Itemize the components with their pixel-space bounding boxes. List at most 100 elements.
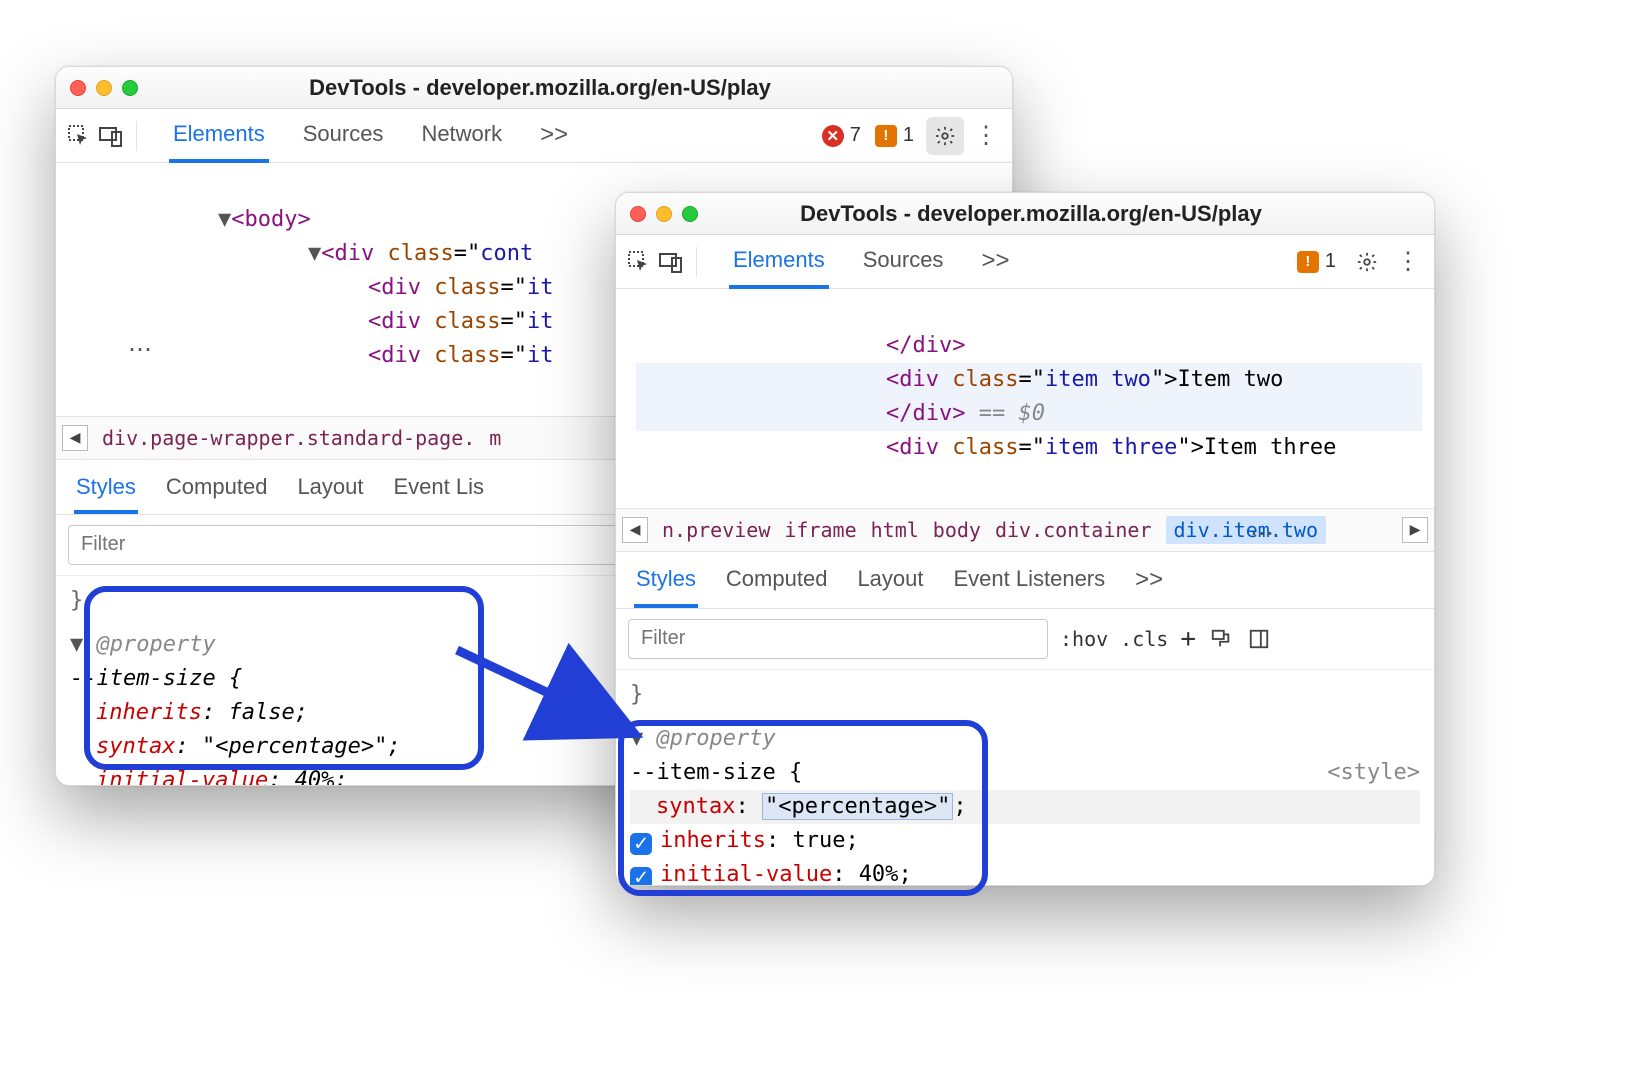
breadcrumb-scroll-left[interactable]: ◀ xyxy=(622,517,648,543)
more-subtabs[interactable]: >> xyxy=(1133,552,1165,608)
traffic-lights xyxy=(70,80,138,96)
breadcrumb-item[interactable]: iframe xyxy=(784,518,856,542)
css-selector[interactable]: --item-size { xyxy=(70,666,242,691)
breadcrumb-item[interactable]: body xyxy=(933,518,981,542)
at-property-header[interactable]: @property xyxy=(657,726,776,751)
window-title: DevTools - developer.mozilla.org/en-US/p… xyxy=(148,75,932,101)
subtab-layout[interactable]: Layout xyxy=(295,460,365,514)
dom-node[interactable]: <div xyxy=(886,367,939,392)
styles-subtabs: Styles Computed Layout Event Listeners >… xyxy=(616,552,1434,609)
subtab-computed[interactable]: Computed xyxy=(164,460,270,514)
tab-network[interactable]: Network xyxy=(417,109,506,163)
css-prop-name[interactable]: inherits xyxy=(96,700,202,725)
css-prop-value[interactable]: 40% xyxy=(859,862,899,886)
style-origin[interactable]: <style> xyxy=(1327,756,1420,790)
dom-node[interactable]: <body> xyxy=(231,207,310,232)
layout-toggle-icon[interactable] xyxy=(1246,626,1272,652)
inspect-icon[interactable] xyxy=(66,123,92,149)
styles-pane[interactable]: } ▼ @property --item-size { <style> synt… xyxy=(616,670,1434,886)
close-window-icon[interactable] xyxy=(70,80,86,96)
paint-icon[interactable] xyxy=(1208,626,1234,652)
filter-input[interactable] xyxy=(628,619,1048,659)
subtab-events[interactable]: Event Listeners xyxy=(952,552,1108,608)
breadcrumb-scroll-left[interactable]: ◀ xyxy=(62,425,88,451)
subtab-layout[interactable]: Layout xyxy=(855,552,925,608)
tab-elements[interactable]: Elements xyxy=(169,109,269,163)
checkbox-icon[interactable]: ✓ xyxy=(630,867,652,886)
subtab-styles[interactable]: Styles xyxy=(74,460,138,514)
settings-button[interactable] xyxy=(926,117,964,155)
dom-tree[interactable]: </div> <div class="item two">Item two </… xyxy=(616,289,1434,508)
rule-close: } xyxy=(630,682,643,707)
issue-icon: ! xyxy=(1297,251,1319,273)
error-badge[interactable]: ✕ 7 xyxy=(822,124,861,147)
issue-badge[interactable]: ! 1 xyxy=(875,124,914,147)
checkbox-icon[interactable]: ✓ xyxy=(630,833,652,855)
tab-sources[interactable]: Sources xyxy=(859,235,948,289)
inspect-icon[interactable] xyxy=(626,249,652,275)
css-prop-value[interactable]: "<percentage>" xyxy=(762,793,953,820)
tab-elements[interactable]: Elements xyxy=(729,235,829,289)
css-selector[interactable]: --item-size { xyxy=(630,760,802,785)
breadcrumb-item[interactable]: m xyxy=(489,426,501,450)
settings-button[interactable] xyxy=(1348,243,1386,281)
tab-sources[interactable]: Sources xyxy=(299,109,388,163)
breadcrumb-item[interactable]: div.page-wrapper.standard-page. xyxy=(102,426,475,450)
issue-badges: ! 1 xyxy=(1297,250,1336,273)
css-prop-value[interactable]: 40% xyxy=(295,768,335,786)
main-toolbar: Elements Sources >> ! 1 ⋮ xyxy=(616,235,1434,289)
breadcrumb-item[interactable]: n.preview xyxy=(662,518,770,542)
dom-node[interactable]: <div xyxy=(886,435,939,460)
css-prop-name[interactable]: syntax xyxy=(656,794,735,819)
minimize-window-icon[interactable] xyxy=(656,206,672,222)
maximize-window-icon[interactable] xyxy=(122,80,138,96)
css-prop-value[interactable]: false xyxy=(228,700,294,725)
ellipsis-icon[interactable]: ⋯ xyxy=(1250,519,1276,548)
breadcrumb[interactable]: ◀ n.preview iframe html body div.contain… xyxy=(616,508,1434,552)
subtab-events[interactable]: Event Lis xyxy=(392,460,487,514)
error-count: 7 xyxy=(850,124,861,147)
minimize-window-icon[interactable] xyxy=(96,80,112,96)
titlebar: DevTools - developer.mozilla.org/en-US/p… xyxy=(56,67,1012,109)
dom-node[interactable]: <div xyxy=(368,275,421,300)
close-window-icon[interactable] xyxy=(630,206,646,222)
issue-count: 1 xyxy=(903,124,914,147)
issue-badges: ✕ 7 ! 1 xyxy=(822,124,914,147)
kebab-menu[interactable]: ⋮ xyxy=(970,121,1002,150)
breadcrumb-scroll-right[interactable]: ▶ xyxy=(1402,517,1428,543)
css-prop-name[interactable]: initial-value xyxy=(96,768,268,786)
css-prop-name[interactable]: syntax xyxy=(96,734,175,759)
css-prop-value[interactable]: true xyxy=(792,828,845,853)
dom-node[interactable]: </div> xyxy=(886,333,965,358)
issue-badge[interactable]: ! 1 xyxy=(1297,250,1336,273)
at-property-header[interactable]: @property xyxy=(97,632,216,657)
new-rule-button[interactable]: + xyxy=(1180,624,1196,654)
issue-count: 1 xyxy=(1325,250,1336,273)
dom-node[interactable]: <div xyxy=(368,343,421,368)
breadcrumb-item-selected[interactable]: div.item.two xyxy=(1166,516,1327,544)
hov-toggle[interactable]: :hov xyxy=(1060,627,1108,651)
breadcrumb-item[interactable]: html xyxy=(871,518,919,542)
ellipsis-icon[interactable]: ⋯ xyxy=(128,335,154,364)
dom-node[interactable]: <div xyxy=(368,309,421,334)
traffic-lights xyxy=(630,206,698,222)
cls-toggle[interactable]: .cls xyxy=(1120,627,1168,651)
issue-icon: ! xyxy=(875,125,897,147)
device-toggle-icon[interactable] xyxy=(98,123,124,149)
subtab-computed[interactable]: Computed xyxy=(724,552,830,608)
breadcrumb-item[interactable]: div.container xyxy=(995,518,1152,542)
main-toolbar: Elements Sources Network >> ✕ 7 ! 1 ⋮ xyxy=(56,109,1012,163)
css-prop-name[interactable]: inherits xyxy=(660,828,766,853)
css-prop-name[interactable]: initial-value xyxy=(660,862,832,886)
maximize-window-icon[interactable] xyxy=(682,206,698,222)
filter-row: :hov .cls + xyxy=(616,609,1434,670)
window-title: DevTools - developer.mozilla.org/en-US/p… xyxy=(708,201,1354,227)
kebab-menu[interactable]: ⋮ xyxy=(1392,247,1424,276)
error-icon: ✕ xyxy=(822,125,844,147)
selected-marker: == $0 xyxy=(965,401,1044,426)
css-prop-value[interactable]: "<percentage>" xyxy=(202,734,387,759)
subtab-styles[interactable]: Styles xyxy=(634,552,698,608)
more-tabs[interactable]: >> xyxy=(977,235,1013,289)
more-tabs[interactable]: >> xyxy=(536,109,572,163)
device-toggle-icon[interactable] xyxy=(658,249,684,275)
